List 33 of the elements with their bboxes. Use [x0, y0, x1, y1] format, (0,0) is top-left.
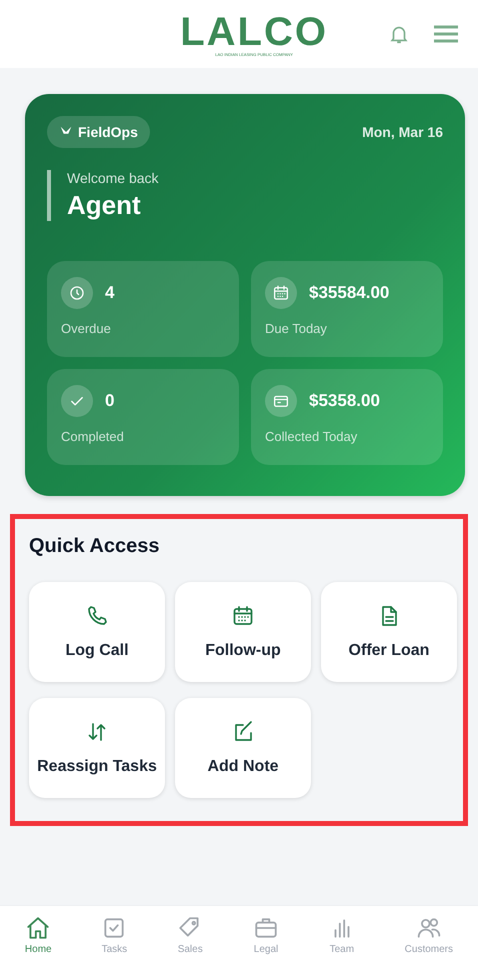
calendar-icon: [231, 604, 255, 628]
nav-tab[interactable]: Team: [328, 915, 355, 955]
home-icon: [25, 915, 52, 941]
menu-icon[interactable]: [432, 23, 460, 45]
stat-label: Due Today: [265, 321, 328, 336]
wallet-icon: [265, 385, 297, 417]
quick-action-button[interactable]: Add Note: [175, 698, 311, 798]
stat-value: 4: [105, 283, 114, 303]
nav-tab[interactable]: Home: [24, 915, 52, 955]
check-icon: [61, 385, 93, 417]
stat-value: 0: [105, 391, 114, 411]
clock-icon: [61, 277, 93, 309]
stat-value: $35584.00: [309, 283, 390, 303]
section-title: Quick Access: [29, 535, 160, 558]
quick-action-button[interactable]: Log Call: [29, 582, 165, 682]
quick-action-button[interactable]: Follow-up: [175, 582, 311, 682]
date-label: Mon, Mar 16: [362, 124, 443, 140]
nav-tab[interactable]: Legal: [253, 915, 280, 955]
nav-tab[interactable]: Customers: [404, 915, 454, 955]
phone-icon: [85, 604, 109, 628]
quick-action-button[interactable]: Reassign Tasks: [29, 698, 165, 798]
quick-action-button[interactable]: Offer Loan: [321, 582, 457, 682]
nav-tab[interactable]: Tasks: [101, 915, 128, 955]
user-name: Agent: [67, 190, 142, 221]
stat-value: $5358.00: [309, 391, 380, 411]
greeting: Welcome back: [67, 170, 160, 186]
stat-label: Overdue: [61, 321, 112, 336]
app-badge: FieldOps: [47, 116, 150, 148]
logo: LALCO: [180, 12, 328, 52]
stat-label: Collected Today: [265, 429, 358, 444]
nav-tab[interactable]: Sales: [177, 915, 204, 955]
calendar-icon: [265, 277, 297, 309]
stat-label: Completed: [61, 429, 125, 444]
